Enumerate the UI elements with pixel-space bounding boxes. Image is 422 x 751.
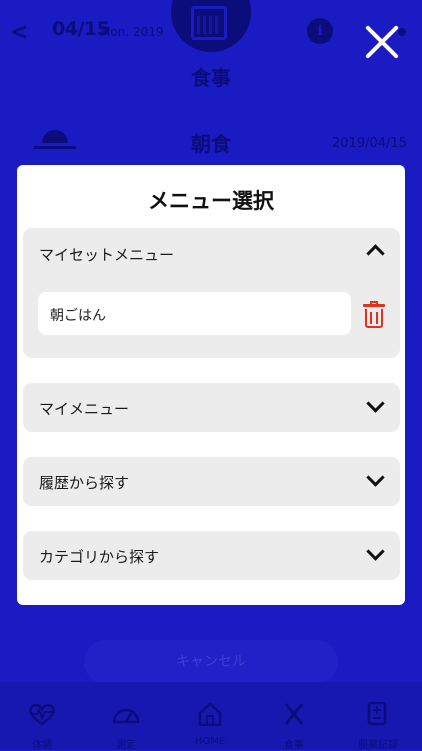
tab-label: 服薬記録 <box>358 740 398 751</box>
menu-select-dialog: メニュー選択 マイセットメニュー 朝ごはん マイメニュー 履歴から探す カテゴリ… <box>17 165 405 605</box>
dialog-title: メニュー選択 <box>148 189 274 213</box>
tab-condition[interactable]: 体調 <box>0 682 84 751</box>
medicine-record-icon <box>367 702 387 726</box>
page-title: 食事 <box>191 66 231 90</box>
trash-icon[interactable] <box>363 301 385 328</box>
section-my-set-menu: マイセットメニュー 朝ごはん <box>23 228 400 358</box>
tab-label: HOME <box>194 736 226 747</box>
section-history[interactable]: 履歴から探す <box>23 457 400 506</box>
section-header-label: 履歴から探す <box>39 474 130 492</box>
tab-medication[interactable]: 服薬記録 <box>336 682 420 751</box>
section-header-label[interactable]: マイセットメニュー <box>39 244 174 265</box>
tab-meal[interactable]: 食事 <box>252 682 336 751</box>
header: < 04/15 Mon. 2019 食事 i <box>0 0 422 95</box>
gauge-icon <box>112 708 140 724</box>
home-icon <box>198 702 222 726</box>
back-icon[interactable]: < <box>10 20 28 45</box>
cancel-button[interactable]: キャンセル <box>84 640 338 684</box>
tab-measure[interactable]: 測定 <box>84 682 168 751</box>
header-weekday: Mon. 2019 <box>100 25 164 39</box>
calendar-icon[interactable] <box>191 6 227 40</box>
section-header-label: カテゴリから探す <box>39 548 160 566</box>
section-header-label: マイメニュー <box>39 400 130 418</box>
chevron-down-icon <box>366 394 385 413</box>
utensils-icon <box>284 703 304 725</box>
list-item[interactable]: 朝ごはん <box>38 292 351 335</box>
tab-label: 体調 <box>32 740 52 751</box>
chevron-down-icon <box>366 542 385 561</box>
tab-label: 測定 <box>116 740 136 751</box>
info-icon[interactable]: i <box>307 18 333 44</box>
list-item-label: 朝ごはん <box>50 308 106 324</box>
meal-date: 2019/04/15 <box>332 136 407 151</box>
tab-label: 食事 <box>284 740 304 751</box>
close-icon[interactable] <box>362 22 402 62</box>
tab-home[interactable]: HOME <box>168 682 252 750</box>
tab-bar: 体調 測定 HOME 食事 服薬記録 <box>0 682 422 751</box>
section-my-menu[interactable]: マイメニュー <box>23 383 400 432</box>
heart-pulse-icon <box>29 703 55 726</box>
chevron-down-icon <box>366 468 385 487</box>
chevron-up-icon[interactable] <box>366 244 385 263</box>
section-category[interactable]: カテゴリから探す <box>23 531 400 580</box>
